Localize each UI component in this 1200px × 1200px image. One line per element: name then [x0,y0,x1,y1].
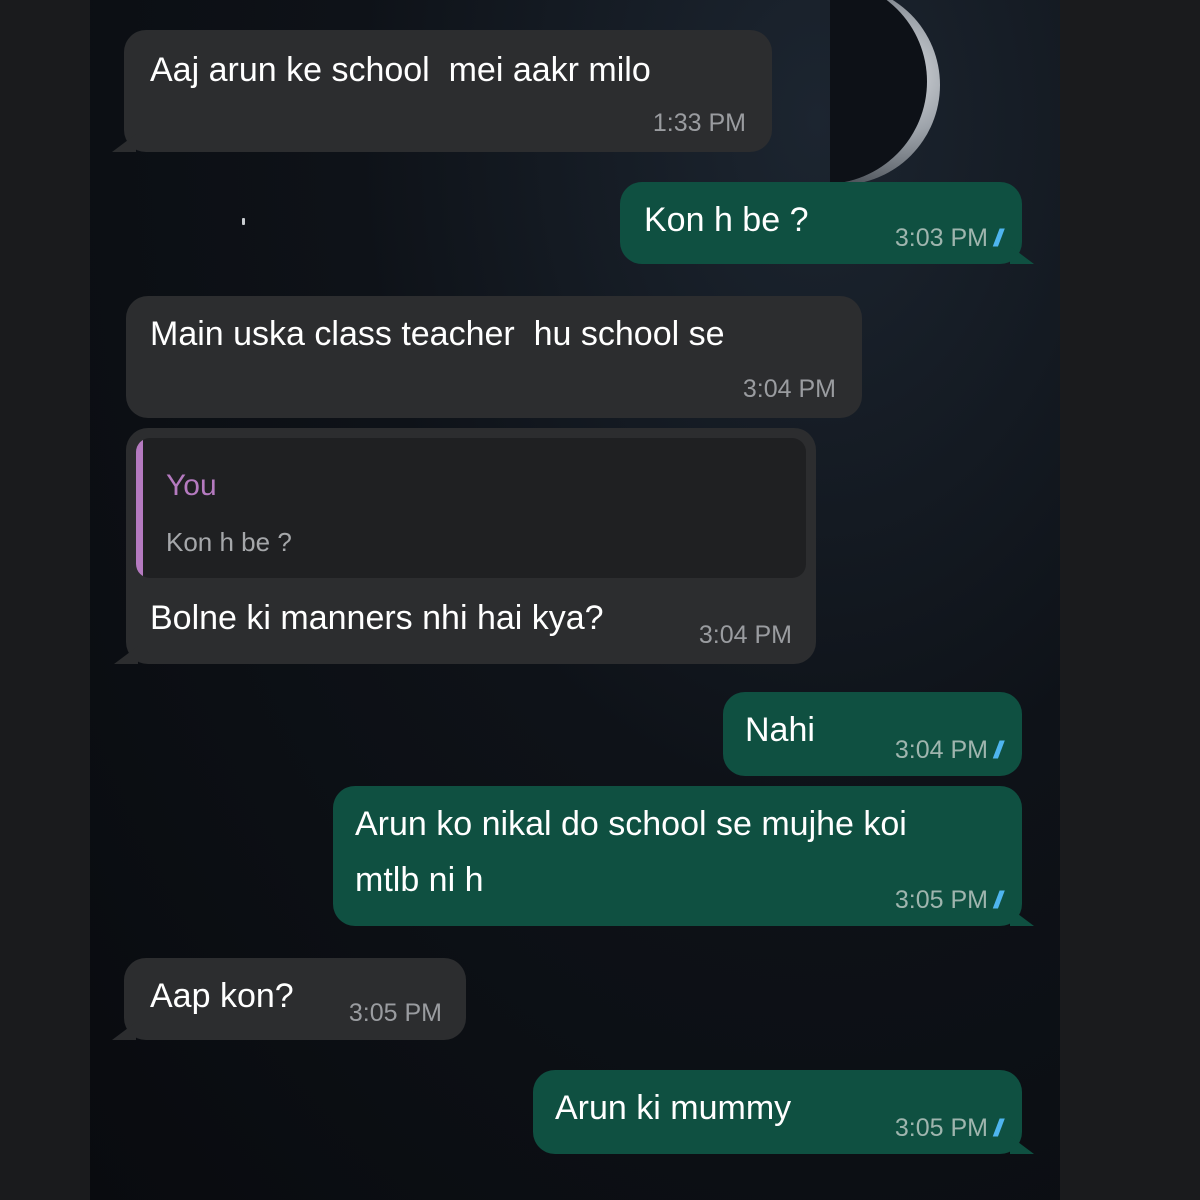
message-bubble-incoming[interactable]: Aap kon? 3:05 PM [112,958,466,1040]
message-bubble-outgoing[interactable]: Arun ko nikal do school se mujhe koi mtl… [333,786,1034,926]
message-time: 3:03 PM// [894,223,1005,254]
message-time: 3:04 PM// [894,735,1005,766]
message-text: Aaj arun ke school mei aakr milo [150,51,651,89]
quote-accent-bar [136,438,143,578]
message-text: Kon h be ? [644,201,809,239]
message-time-label: 3:05 PM [894,886,988,914]
message-time-label: 3:04 PM [894,736,988,764]
message-time: 3:04 PM [698,621,792,649]
quoted-message[interactable]: You Kon h be ? [136,438,806,578]
message-bubble-incoming-reply[interactable]: You Kon h be ? Bolne ki manners nhi hai … [114,428,816,664]
quoted-message-author: You [166,469,217,502]
screenshot-frame: Aaj arun ke school mei aakr milo 1:33 PM… [0,0,1200,1200]
message-text: Nahi [745,711,815,749]
message-text: Main uska class teacher hu school se [150,315,725,353]
quoted-message-text: Kon h be ? [166,527,292,557]
message-time: 3:04 PM [742,375,836,403]
message-time: 3:05 PM// [894,885,1005,916]
message-time: 3:05 PM [348,999,442,1027]
message-text: Arun ki mummy [555,1089,792,1127]
message-text: Arun ko nikal do school se mujhe koi mtl… [355,805,907,899]
star-decoration [242,218,245,225]
message-text: Aap kon? [150,977,294,1015]
message-bubble-outgoing[interactable]: Nahi 3:04 PM// [723,692,1022,776]
message-bubble-incoming[interactable]: Aaj arun ke school mei aakr milo 1:33 PM [112,30,772,152]
moon-wallpaper-image [830,0,950,185]
message-bubble-outgoing[interactable]: Arun ki mummy 3:05 PM// [533,1070,1034,1154]
message-time-label: 3:03 PM [894,224,988,252]
message-bubble-incoming[interactable]: Main uska class teacher hu school se 3:0… [126,296,862,418]
chat-conversation[interactable]: Aaj arun ke school mei aakr milo 1:33 PM… [90,0,1060,1200]
message-bubble-outgoing[interactable]: Kon h be ? 3:03 PM// [620,182,1034,264]
message-time: 1:33 PM [652,109,746,137]
message-time-label: 3:05 PM [894,1114,988,1142]
message-time: 3:05 PM// [894,1113,1005,1144]
message-text: Bolne ki manners nhi hai kya? [150,599,604,637]
